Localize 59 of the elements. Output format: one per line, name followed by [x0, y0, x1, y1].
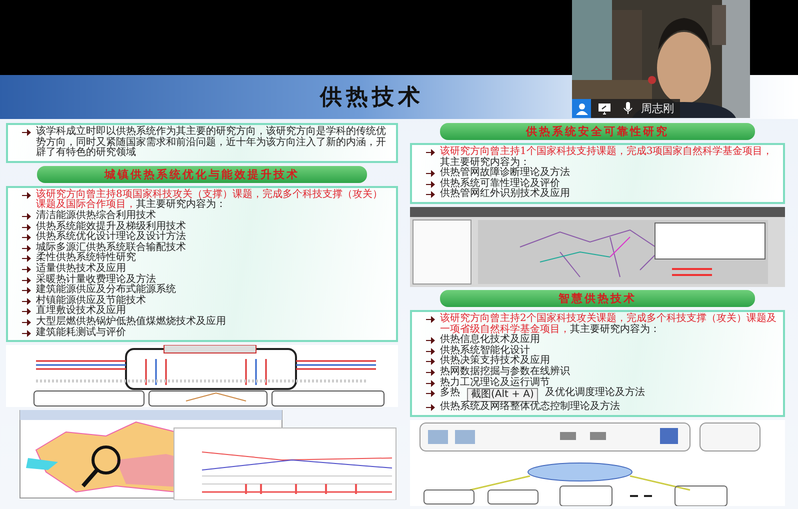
- arrow-bullet-icon: [22, 212, 31, 220]
- user-icon[interactable]: [572, 99, 591, 118]
- section-heading: 供热系统安全可靠性研究: [440, 123, 755, 140]
- arrow-bullet-icon: [22, 330, 31, 336]
- arrow-bullet-icon: [22, 266, 31, 273]
- arrow-bullet-icon: [426, 170, 435, 178]
- list-item: 供热信息化技术及应用: [440, 335, 540, 346]
- section-heading: 智慧供热技术: [440, 290, 755, 307]
- section-heading: 城镇供热系统优化与能效提升技术: [37, 166, 367, 183]
- section-text: 该研究方向曾主持2个国家科技攻关课题，完成多个科技支撑（攻关）课题及一项省级自然科学基金项目，其主要研究内容为：: [440, 314, 778, 335]
- arrow-bullet-icon: [22, 129, 31, 136]
- list-item: 供热系统可靠性理论及评价: [440, 178, 560, 189]
- list-item: 供热管网红外识别技术及应用: [440, 189, 570, 200]
- list-item: 采暖热计量收费理论及方法: [36, 274, 156, 285]
- arrow-bullet-icon: [22, 287, 31, 294]
- list-item: 供热管网故障诊断理论及方法: [440, 168, 570, 178]
- list-item: 清洁能源供热综合利用技术: [36, 210, 156, 221]
- list-item: 适量供热技术及应用: [36, 264, 126, 274]
- arrow-bullet-icon: [426, 390, 435, 398]
- arrow-bullet-icon: [426, 191, 435, 198]
- list-item: 村镇能源供应及节能技术: [36, 296, 146, 306]
- arrow-bullet-icon: [22, 255, 31, 262]
- list-item: 热网数据挖掘与参数在线辨识: [440, 366, 570, 377]
- list-item: 直埋敷设技术及应用: [36, 306, 126, 316]
- list-item: 建筑能耗测试与评价: [36, 328, 126, 338]
- arrow-bullet-icon: [426, 149, 435, 156]
- arrow-bullet-icon: [426, 358, 435, 366]
- arrow-bullet-icon: [426, 380, 435, 387]
- list-item: 供热系统及网络整体优态控制理论及方法: [440, 402, 620, 413]
- list-item: 供热系统能效提升及梯级利用技术: [36, 222, 186, 232]
- arrow-bullet-icon: [22, 224, 31, 231]
- list-item: 及优化调度理论及方法: [544, 388, 645, 399]
- arrow-bullet-icon: [426, 348, 435, 355]
- section-text: 该研究方向曾主持1个国家科技支持课题，完成3项国家自然科学基金项目， 其主要研究内容为：: [440, 147, 774, 168]
- list-item: 大型层燃供热锅炉低热值煤燃烧技术及应用: [36, 316, 226, 327]
- arrow-bullet-icon: [426, 180, 435, 188]
- list-item: 供热决策支持技术及应用: [440, 356, 550, 366]
- arrow-bullet-icon: [22, 308, 31, 316]
- list-item: 多热: [440, 388, 460, 399]
- participant-name: 周志刚: [641, 101, 674, 116]
- arrow-bullet-icon: [22, 298, 31, 305]
- arrow-bullet-icon: [22, 234, 31, 242]
- arrow-bullet-icon: [22, 192, 31, 199]
- list-item: 供热系统优化设计理论及设计方法: [36, 232, 186, 242]
- list-item: 热力工况理论及运行调节: [440, 378, 550, 388]
- list-item: 城际多源汇供热系统联合输配技术: [36, 242, 186, 253]
- slide-title: 供热技术: [320, 83, 424, 112]
- intro-text: 该学科成立时即以供热系统作为其主要的研究方向，该研究方向是学科的传统优势方向，同时又紧随国家需求和前沿问题，近十年为该方向注入了新的内涵，开辟了有特色的研究领域: [36, 127, 387, 159]
- arrow-bullet-icon: [22, 276, 31, 284]
- list-item: 柔性供热系统特性研究: [36, 253, 136, 264]
- arrow-bullet-icon: [426, 316, 435, 323]
- list-item: 建筑能源供应及分布式能源系统: [36, 285, 176, 296]
- list-item: 供热系统智能化设计: [440, 346, 530, 356]
- arrow-bullet-icon: [426, 404, 435, 412]
- section-text: 该研究方向曾主持8项国家科技攻关（支撑）课题，完成多个科技支撑（攻关）课题及国际合作项目，其主要研究内容为：: [36, 190, 384, 210]
- arrow-bullet-icon: [22, 318, 31, 326]
- arrow-bullet-icon: [426, 368, 435, 376]
- arrow-bullet-icon: [22, 244, 31, 252]
- arrow-bullet-icon: [426, 337, 435, 344]
